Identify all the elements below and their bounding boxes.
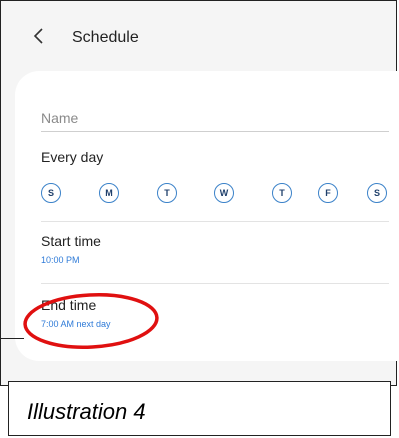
- schedule-card: Every day S M T W T F S Start time 10:00…: [15, 71, 398, 361]
- chevron-left-icon[interactable]: [32, 27, 46, 45]
- start-time-label: Start time: [41, 233, 101, 249]
- page: Schedule Every day S M T W T F S Start t…: [0, 0, 399, 438]
- name-input[interactable]: [41, 105, 389, 132]
- end-time-label: End time: [41, 297, 97, 313]
- day-toggle-saturday[interactable]: S: [367, 183, 387, 203]
- callout-line: [0, 338, 24, 339]
- day-toggle-thursday[interactable]: T: [272, 183, 292, 203]
- day-toggle-tuesday[interactable]: T: [157, 183, 177, 203]
- day-toggle-monday[interactable]: M: [99, 183, 119, 203]
- day-toggle-wednesday[interactable]: W: [214, 183, 234, 203]
- caption-text: Illustration 4: [27, 399, 146, 424]
- day-toggle-friday[interactable]: F: [318, 183, 338, 203]
- page-title: Schedule: [72, 29, 139, 46]
- phone-screen: Schedule Every day S M T W T F S Start t…: [0, 0, 398, 386]
- day-selector: S M T W T F S: [37, 183, 397, 207]
- divider: [41, 283, 389, 284]
- caption-box: Illustration 4: [8, 381, 391, 436]
- day-toggle-sunday[interactable]: S: [41, 183, 61, 203]
- start-time-value: 10:00 PM: [41, 255, 80, 265]
- top-app-bar: Schedule: [1, 1, 396, 65]
- end-time-value: 7:00 AM next day: [41, 319, 111, 329]
- repeat-label: Every day: [41, 149, 104, 165]
- divider: [41, 221, 389, 222]
